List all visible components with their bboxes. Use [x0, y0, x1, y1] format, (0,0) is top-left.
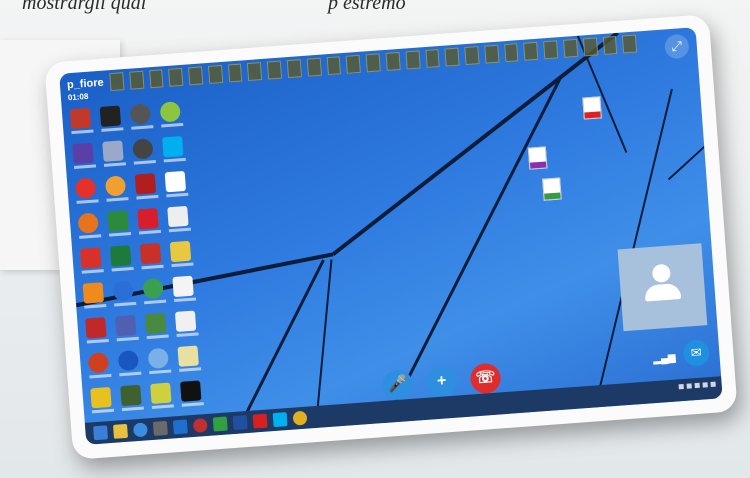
desktop-file-icon[interactable]: [168, 67, 184, 87]
desktop-shortcut[interactable]: [102, 140, 128, 167]
desktop-shortcut[interactable]: [112, 280, 139, 307]
desktop-file-icon[interactable]: [562, 38, 579, 58]
desktop-shortcut[interactable]: [137, 208, 163, 235]
archive-file-icon[interactable]: [527, 146, 548, 170]
call-duration: 01:08: [67, 91, 89, 103]
desktop-shortcut[interactable]: [109, 245, 136, 272]
microphone-button[interactable]: 🎤: [381, 368, 414, 401]
hang-up-button[interactable]: ☏: [469, 362, 502, 395]
desktop-file-icon[interactable]: [405, 50, 421, 70]
pdf-file-icon[interactable]: [582, 96, 602, 120]
desktop-shortcut[interactable]: [77, 212, 103, 239]
desktop-shortcut[interactable]: [82, 282, 109, 309]
desktop-shortcut[interactable]: [174, 310, 201, 337]
desktop-file-icon[interactable]: [148, 69, 164, 89]
start-button[interactable]: [93, 425, 109, 441]
desktop-file-icon[interactable]: [188, 66, 204, 86]
caption-right: p estremo: [328, 0, 406, 14]
desktop-shortcut[interactable]: [107, 210, 133, 237]
taskbar-app-icon[interactable]: [192, 417, 208, 433]
taskbar-app-icon[interactable]: [132, 422, 148, 438]
desktop-file-icon[interactable]: [444, 47, 460, 67]
desktop-file-icon[interactable]: [326, 56, 342, 76]
remote-desktop-screen[interactable]: p_fiore 01:08 ⤢ ▂▄▆ ✉ 🎤 + ☏: [59, 27, 723, 445]
desktop-shortcut[interactable]: [167, 205, 193, 233]
desktop-shortcut[interactable]: [90, 386, 116, 414]
desktop-file-icon[interactable]: [385, 51, 401, 71]
desktop-shortcut[interactable]: [172, 275, 198, 303]
taskbar-app-icon[interactable]: [212, 416, 228, 432]
desktop-shortcut[interactable]: [147, 347, 174, 375]
desktop-file-icon[interactable]: [109, 72, 125, 92]
desktop-file-icon[interactable]: [365, 53, 381, 73]
desktop-file-icon[interactable]: [484, 44, 500, 64]
desktop-shortcut[interactable]: [80, 247, 106, 274]
desktop-file-icon[interactable]: [207, 64, 223, 84]
desktop-shortcut[interactable]: [117, 349, 144, 377]
desktop-shortcut[interactable]: [134, 173, 161, 200]
desktop-shortcut[interactable]: [150, 382, 176, 409]
system-tray[interactable]: [678, 381, 716, 390]
desktop-shortcut[interactable]: [120, 384, 146, 412]
desktop-file-icon[interactable]: [128, 70, 145, 90]
desktop-shortcut[interactable]: [144, 312, 171, 340]
desktop-icon-grid: [69, 100, 212, 414]
self-view-video[interactable]: [617, 243, 708, 332]
add-button[interactable]: +: [425, 365, 458, 398]
desktop-file-icon[interactable]: [267, 60, 283, 80]
microphone-icon: 🎤: [387, 375, 409, 394]
desktop-file-icon[interactable]: [602, 35, 618, 55]
desktop-file-icon[interactable]: [306, 57, 322, 77]
caption-left: mostrargli qual: [22, 0, 147, 14]
hang-up-icon: ☏: [474, 368, 497, 388]
desktop-file-icon[interactable]: [503, 43, 519, 63]
desktop-file-icon[interactable]: [227, 63, 243, 83]
taskbar-app-icon[interactable]: [252, 413, 268, 429]
desktop-file-icon[interactable]: [424, 49, 440, 68]
desktop-shortcut[interactable]: [180, 380, 206, 407]
desktop-file-icon[interactable]: [622, 34, 638, 54]
desktop-shortcut[interactable]: [74, 177, 101, 204]
taskbar-app-icon[interactable]: [272, 412, 288, 428]
desktop-shortcut[interactable]: [164, 170, 191, 198]
desktop-shortcut[interactable]: [142, 277, 168, 305]
desktop-shortcut[interactable]: [177, 345, 203, 372]
desktop-file-icon[interactable]: [345, 54, 362, 74]
desktop-file-icon[interactable]: [582, 37, 598, 57]
desktop-shortcut[interactable]: [99, 105, 126, 132]
taskbar-app-icon[interactable]: [232, 415, 248, 431]
desktop-shortcut[interactable]: [69, 107, 96, 135]
desktop-shortcut[interactable]: [159, 101, 186, 128]
desktop-shortcut[interactable]: [129, 103, 156, 130]
taskbar-app-icon[interactable]: [172, 419, 188, 435]
desktop-shortcut[interactable]: [85, 317, 111, 344]
taskbar-app-icon[interactable]: [113, 423, 128, 439]
desktop-shortcut[interactable]: [104, 175, 131, 202]
desktop-file-icon[interactable]: [247, 62, 263, 82]
archive-file-icon[interactable]: [542, 177, 562, 201]
plus-icon: +: [436, 372, 447, 390]
desktop-shortcut[interactable]: [132, 138, 158, 165]
taskbar-app-icon[interactable]: [292, 410, 308, 426]
desktop-shortcut[interactable]: [87, 352, 114, 379]
desktop-file-icon[interactable]: [523, 41, 539, 61]
desktop-file-icon[interactable]: [464, 46, 480, 66]
desktop-file-icon[interactable]: [543, 40, 559, 60]
signal-icon: ▂▄▆: [652, 352, 677, 366]
desktop-shortcut[interactable]: [169, 240, 196, 268]
taskbar-app-icon[interactable]: [152, 420, 168, 436]
desktop-shortcut[interactable]: [139, 242, 166, 270]
desktop-shortcut[interactable]: [115, 314, 141, 342]
desktop-shortcut[interactable]: [72, 142, 98, 170]
desktop-file-icon[interactable]: [286, 59, 302, 79]
user-avatar-icon: [651, 263, 672, 283]
desktop-shortcut[interactable]: [162, 136, 188, 163]
tablet-frame: p_fiore 01:08 ⤢ ▂▄▆ ✉ 🎤 + ☏: [44, 14, 738, 460]
